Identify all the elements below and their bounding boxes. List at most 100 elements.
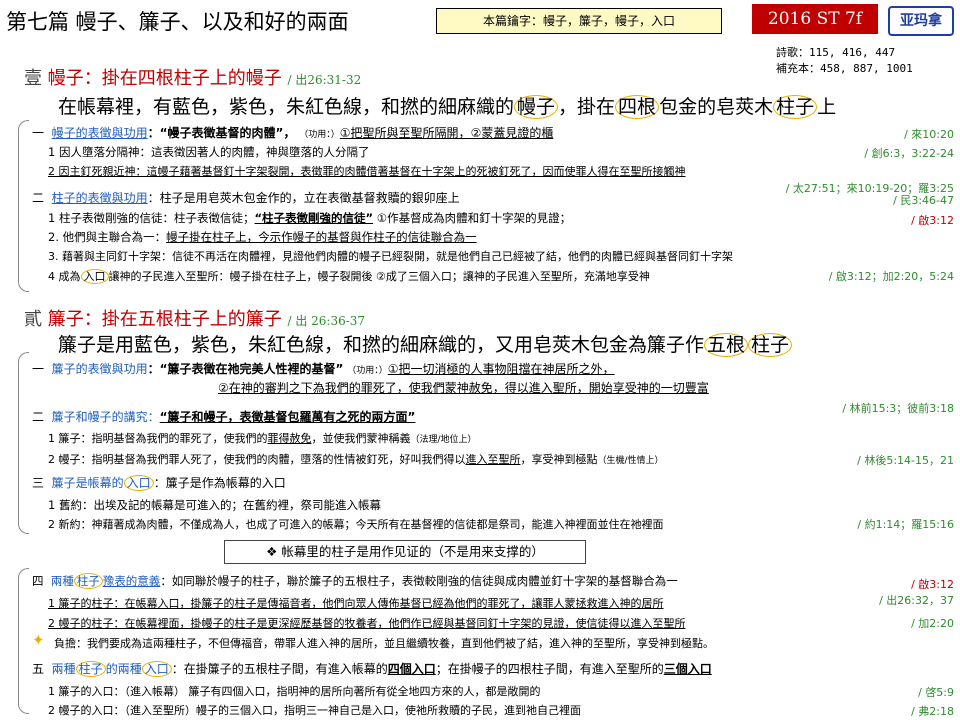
s2-c: 三 簾子是帳幕的 入口 ：簾子是作為帳幕的入口	[32, 474, 286, 491]
supplement: 補充本：458, 887, 1001	[776, 62, 913, 75]
s1-intro-word-four: 四根	[615, 95, 660, 119]
s1-num: 壹	[24, 68, 42, 89]
s2-d2: 2 幔子的柱子：在帳幕裡面，掛幔子的柱子是更深經歷基督的牧養者，他們作已經與基督…	[48, 617, 686, 630]
s1-b4: 4 成為 入口 讓神的子民進入至聖所：幔子掛在柱子上，幔子裂開後 ②成了三個入口；讓…	[48, 268, 650, 284]
s1-intro-text: ，掛在	[558, 96, 616, 118]
s2-d1-ref: / 出26:32，37	[879, 594, 954, 607]
s2-e-num: 五	[32, 662, 45, 676]
s1-b2-detail: 幔子掛在柱子上，今示作幔子的基督與作柱子的信徒聯合為一	[166, 230, 477, 244]
s1-a-f2: ②蒙蓋見證的櫃	[470, 126, 554, 140]
code-box: 2016 ST 7f	[752, 4, 878, 34]
s1-b-text: ：柱子是用皂莢木包金作的，立在表徵基督救贖的銀卯座上	[147, 191, 460, 205]
s2-b1-note: （法理/地位上）	[410, 435, 477, 445]
s1-b1-quote: “柱子表徵剛強的信徒”	[254, 211, 374, 225]
s1-a-f1: ①把聖所與至聖所隔開，	[339, 126, 471, 140]
s2-d-text: ：如同聯於幔子的柱子，聯於簾子的五根柱子，表徵較剛強的信徒與成肉體並釘十字架的基…	[160, 574, 678, 588]
s2-c-word-entrance: 入口	[123, 475, 154, 491]
note-text: ❖ 帐幕里的柱子是用作见证的（不是用来支撑的）	[266, 544, 544, 559]
s2-e-word-pillars: 柱子	[75, 661, 106, 677]
s2-b: 二 簾子和幔子的講究：“簾子和幔子，表徵基督包羅萬有之死的兩方面”	[32, 408, 415, 425]
page-title: 第七篇 幔子、簾子、以及和好的兩面	[6, 10, 349, 34]
s2-d3: 負擔：我們要成為這兩種柱子，不但傳福音，帶罪人進入神的居所，並且繼續牧養，直到他…	[54, 637, 714, 650]
s2-b2: 2 幔子：指明基督為我們罪人死了，使我們的肉體，墮落的性情被釘死，好叫我們得以進…	[48, 451, 664, 467]
s2-c-num: 三	[32, 476, 45, 490]
s2-e-word-entrance: 入口	[141, 661, 172, 677]
s2-intro: 簾子是用藍色，紫色，朱紅色線，和撚的細麻織的，又用皂莢木包金為簾子作 五根 柱子	[58, 330, 793, 357]
s1-intro-word-pillars: 柱子	[773, 95, 818, 119]
s2-b-quote: “簾子和幔子，表徵基督包羅萬有之死的兩方面”	[159, 410, 416, 424]
s1-a-func: （功用：）	[299, 130, 340, 140]
s2-a-ref: / 林前15:3；彼前3:18	[842, 402, 954, 415]
section1-bracket	[18, 120, 29, 292]
s2-num: 貳	[24, 309, 42, 330]
s2-e: 五 兩種 柱子 的兩種 入口 ：在掛簾子的五根柱子間，有進入帳幕的四個入口；在掛幔子的四…	[32, 660, 712, 677]
s2-title-ref: / 出 26:36-37	[287, 314, 366, 328]
s1-b2-text: 2. 他們與主聯合為一：	[48, 230, 167, 244]
s2-e-head: 兩種	[51, 662, 76, 676]
s2-c2: 2 新約：神藉著成為肉體，不僅成為人，也成了可進入的帳幕；今天所有在基督裡的信徒…	[48, 518, 664, 531]
s1-b4-text: 讓神的子民進入至聖所：幔子掛在柱子上，幔子裂開後 ②成了三個入口；讓神的子民進入…	[108, 270, 650, 283]
s2-b2-enter: 進入至聖所	[465, 453, 521, 466]
keywords-box: 本篇鑰字：幔子，簾子，幔子，入口	[436, 8, 722, 34]
s2-b-head: 簾子和幔子的講究：	[51, 410, 160, 424]
s2-b2-ref: / 林後5:14-15，21	[857, 454, 954, 467]
s1-intro-text: 上	[817, 96, 837, 118]
s2-b2-text: ，享受神到極點	[520, 453, 598, 466]
s2-intro-text: 簾子是用藍色，紫色，朱紅色線，和撚的細麻織的，又用皂莢木包金為簾子作	[58, 334, 705, 356]
s1-b1-ref: / 啟3:12	[911, 214, 954, 227]
s2-a: 一 簾子的表徵與功用：“簾子表徵在祂完美人性裡的基督” （功用：）①把一切消極的…	[32, 360, 615, 377]
s2-d-num: 四	[32, 574, 44, 588]
s2-e-three: 三個入口	[663, 662, 712, 676]
s1-title-ref: / 出26:31-32	[287, 73, 362, 87]
star-icon: ✦	[32, 631, 45, 649]
keywords-text: 本篇鑰字：幔子，簾子，幔子，入口	[482, 14, 675, 28]
s1-b-num: 二	[32, 191, 45, 205]
s2-e-text: ；在掛幔子的四根柱子間，有進入至聖所的	[435, 662, 664, 676]
s1-b-ref: / 民3:46-47	[893, 194, 954, 207]
s1-b1-text: 1 柱子表徵剛強的信徒：柱子表徵信徒；	[48, 211, 255, 225]
s2-e1-ref: / 啓5:9	[918, 686, 954, 699]
s2-c1: 1 舊約：出埃及記的帳幕是可進入的；在舊約裡，祭司能進入帳幕	[48, 498, 381, 512]
s1-a: 一 幔子的表徵與功用：“幔子表徵基督的肉體”， （功用：）①把聖所與至聖所隔開，…	[32, 124, 553, 141]
s1-a-ref: / 來10:20	[904, 128, 954, 141]
section4-bracket	[18, 568, 29, 714]
s1-a1: 1 因人墮落分隔神：這表徵因著人的肉體，神與墮落的人分隔了	[48, 145, 370, 159]
s1-b1: 1 柱子表徵剛強的信徒：柱子表徵信徒；“柱子表徵剛強的信徒” ①作基督成為肉體和…	[48, 210, 571, 226]
s1-b1-text: ①作基督成為肉體和釘十字架的見證；	[373, 211, 572, 225]
s2-a-func: （功用：）	[347, 366, 388, 376]
s2-d-word-pillars: 柱子	[73, 573, 103, 589]
s2-c-head: 簾子是帳幕的	[51, 476, 124, 490]
s2-b1-forgiven: 罪得赦免	[267, 432, 312, 445]
s2-title: 簾子：掛在五根柱子上的簾子	[47, 309, 282, 330]
s2-intro-word-five: 五根	[704, 333, 749, 357]
s1-title: 幔子：掛在四根柱子上的幔子	[47, 68, 282, 89]
s2-e2-ref: / 弗2:18	[911, 705, 954, 718]
s1-b2: 2. 他們與主聯合為一：幔子掛在柱子上，今示作幔子的基督與作柱子的信徒聯合為一	[48, 229, 477, 245]
stamp-text: 亚玛拿	[900, 13, 942, 29]
s2-e2: 2 幔子的入口：（進入至聖所）幔子的三個入口，指明三一神自己是入口，使祂所救贖的…	[48, 704, 581, 717]
s1-a1-ref: / 創6:3，3:22-24	[864, 147, 954, 160]
s2-b2-text: 2 幔子：指明基督為我們罪人死了，使我們的肉體，墮落的性情被釘死，好叫我們得以	[48, 453, 466, 466]
s2-d1: 1 簾子的柱子：在帳幕入口，掛簾子的柱子是傳福音者，他們向眾人傳佈基督已經為他們…	[48, 597, 664, 610]
code-text: 2016 ST 7f	[767, 9, 863, 29]
s1-intro-text: 在帳幕裡，有藍色，紫色，朱紅色線，和撚的細麻織的	[58, 96, 515, 118]
s2-e-four: 四個入口	[387, 662, 436, 676]
s2-b1-text: 1 簾子：指明基督為我們的罪死了，使我們的	[48, 432, 268, 445]
s2-a-f2: ②在神的審判之下為我們的罪死了，使我們蒙神赦免，得以進入聖所，開始享受神的一切豐…	[218, 381, 709, 395]
s1-b3: 3. 藉著與主同釘十字架：信徒不再活在肉體裡，見證他們肉體的幔子已經裂開，就是他…	[48, 250, 733, 263]
s2-heading: 貳 簾子：掛在五根柱子上的簾子 / 出 26:36-37	[24, 305, 365, 331]
s1-a-head: 幔子的表徵與功用	[51, 126, 148, 140]
s2-e-head: 的兩種	[105, 662, 142, 676]
s1-b4-word-entrance: 入口	[80, 269, 109, 284]
s2-d-head: 兩種	[50, 574, 74, 588]
s1-intro: 在帳幕裡，有藍色，紫色，朱紅色線，和撚的細麻織的 幔子 ，掛在 四根 包金的皂莢木 柱子上	[58, 92, 836, 119]
s1-b4-text: 4 成為	[48, 270, 81, 283]
s2-b-num: 二	[32, 410, 45, 424]
s1-intro-text: 包金的皂莢木	[659, 96, 774, 118]
s1-a-num: 一	[32, 126, 45, 140]
s2-c-text: ：簾子是作為帳幕的入口	[153, 476, 286, 490]
s2-b2-note: （生機/性情上）	[597, 456, 664, 466]
s1-a2: 2 因主釘死親近神：這幔子藉著基督釘十字架裂開，表徵罪的肉體借著基督在十字架上的…	[48, 165, 686, 178]
s2-e1: 1 簾子的入口：（進入帳幕） 簾子有四個入口，指明神的居所向著所有從全地四方來的…	[48, 685, 541, 698]
s2-d-ref: / 啟3:12	[911, 578, 954, 591]
